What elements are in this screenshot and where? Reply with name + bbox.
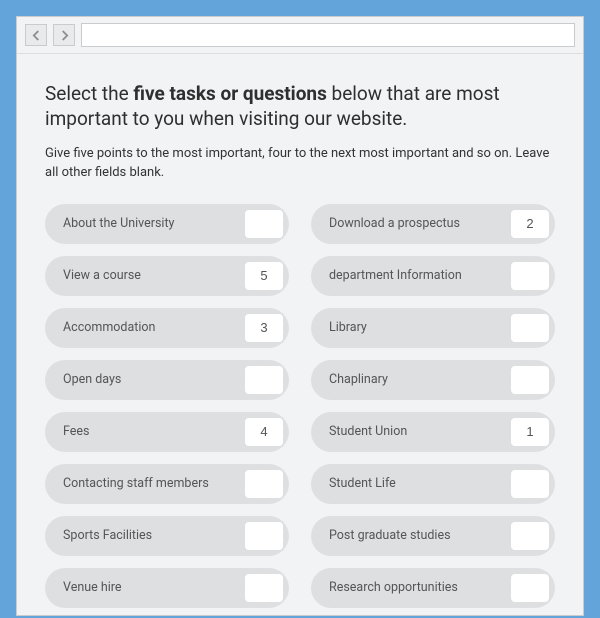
task-pill: Student Life xyxy=(311,464,555,504)
task-rank-input[interactable] xyxy=(245,470,283,498)
task-pill: department Information xyxy=(311,256,555,296)
task-rank-input[interactable] xyxy=(511,366,549,394)
task-pill: Open days xyxy=(45,360,289,400)
task-rank-input[interactable] xyxy=(511,522,549,550)
task-pill: Chaplinary xyxy=(311,360,555,400)
task-label: View a course xyxy=(63,268,141,283)
browser-window: Select the five tasks or questions below… xyxy=(16,16,584,616)
task-pill: Accommodation xyxy=(45,308,289,348)
browser-toolbar xyxy=(17,17,583,54)
task-label: Accommodation xyxy=(63,320,155,335)
address-bar[interactable] xyxy=(81,23,575,47)
task-pill: Research opportunities xyxy=(311,568,555,608)
task-label: Download a prospectus xyxy=(329,216,460,231)
page-title: Select the five tasks or questions below… xyxy=(45,82,555,131)
task-pill: Contacting staff members xyxy=(45,464,289,504)
task-rank-input[interactable] xyxy=(245,210,283,238)
task-pill: About the University xyxy=(45,204,289,244)
task-pill: Post graduate studies xyxy=(311,516,555,556)
task-label: department Information xyxy=(329,268,462,283)
task-label: Student Life xyxy=(329,476,396,491)
task-label: Fees xyxy=(63,424,90,439)
instructions: Give five points to the most important, … xyxy=(45,145,555,181)
task-pill: Download a prospectus xyxy=(311,204,555,244)
task-rank-input[interactable] xyxy=(245,418,283,446)
task-rank-input[interactable] xyxy=(245,366,283,394)
task-pill: Venue hire xyxy=(45,568,289,608)
task-label: Contacting staff members xyxy=(63,476,209,491)
task-pill: Student Union xyxy=(311,412,555,452)
task-label: Sports Facilities xyxy=(63,528,152,543)
back-button[interactable] xyxy=(25,24,47,46)
task-pill: Fees xyxy=(45,412,289,452)
task-label: About the University xyxy=(63,216,174,231)
task-grid: About the University Download a prospectu… xyxy=(45,204,555,608)
task-rank-input[interactable] xyxy=(245,522,283,550)
task-rank-input[interactable] xyxy=(511,210,549,238)
task-rank-input[interactable] xyxy=(511,418,549,446)
task-rank-input[interactable] xyxy=(511,470,549,498)
chevron-left-icon xyxy=(32,30,41,41)
task-rank-input[interactable] xyxy=(511,314,549,342)
task-label: Chaplinary xyxy=(329,372,388,387)
task-rank-input[interactable] xyxy=(245,262,283,290)
headline-bold: five tasks or questions xyxy=(133,82,326,105)
task-label: Student Union xyxy=(329,424,407,439)
task-rank-input[interactable] xyxy=(245,574,283,602)
task-rank-input[interactable] xyxy=(511,574,549,602)
headline-prefix: Select the xyxy=(45,82,133,105)
chevron-right-icon xyxy=(60,30,69,41)
task-label: Open days xyxy=(63,372,121,387)
task-pill: Library xyxy=(311,308,555,348)
page-content: Select the five tasks or questions below… xyxy=(17,54,583,618)
task-rank-input[interactable] xyxy=(511,262,549,290)
task-pill: Sports Facilities xyxy=(45,516,289,556)
task-label: Library xyxy=(329,320,367,335)
task-rank-input[interactable] xyxy=(245,314,283,342)
task-label: Post graduate studies xyxy=(329,528,451,543)
task-pill: View a course xyxy=(45,256,289,296)
forward-button[interactable] xyxy=(53,24,75,46)
